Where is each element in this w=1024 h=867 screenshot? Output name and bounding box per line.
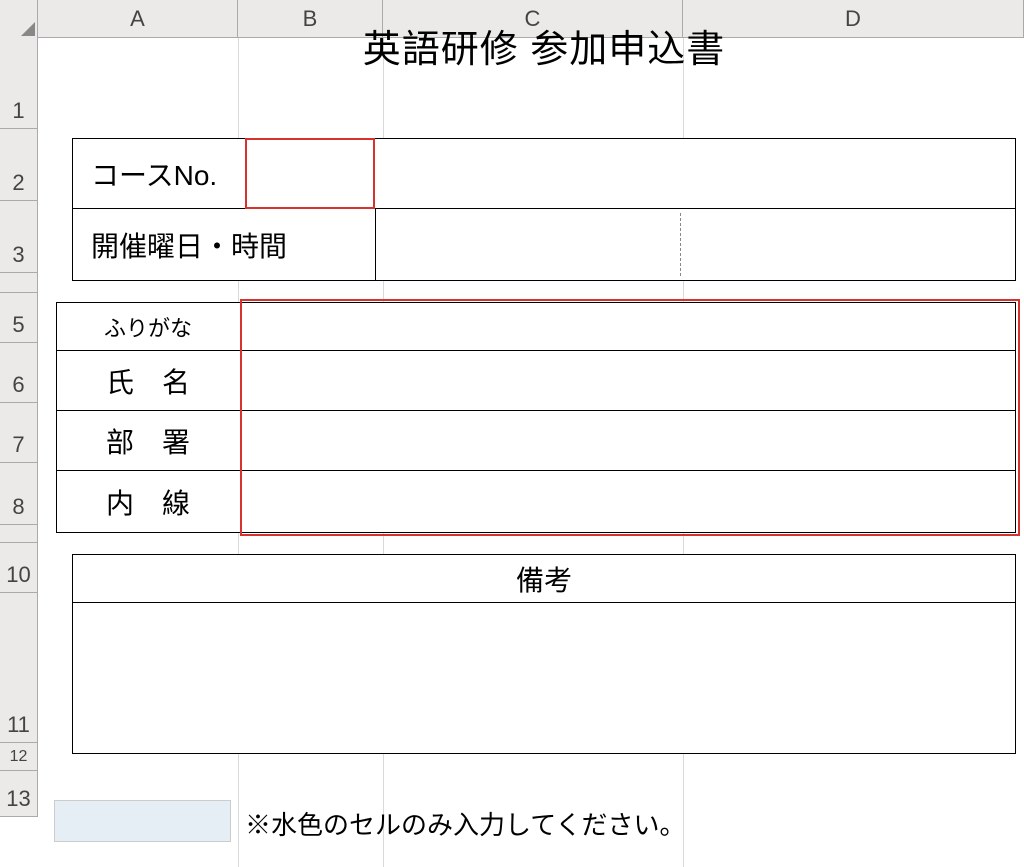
row-header-8[interactable]: 8 [0, 463, 38, 525]
course-section: コースNo. 開催曜日・時間 [72, 138, 1016, 281]
row-header-3[interactable]: 3 [0, 201, 38, 273]
row-header-7[interactable]: 7 [0, 403, 38, 463]
row-header-4[interactable] [0, 273, 38, 293]
course-no-input[interactable] [245, 138, 375, 209]
name-label: 氏 名 [57, 351, 239, 410]
department-label: 部 署 [57, 411, 239, 470]
select-all-corner[interactable] [0, 0, 38, 38]
row-header-11[interactable]: 11 [0, 593, 38, 743]
row-header-5[interactable]: 5 [0, 293, 38, 343]
extension-label: 内 線 [57, 471, 239, 532]
row-header-12[interactable]: 12 [0, 743, 38, 771]
course-no-label: コースNo. [73, 139, 245, 208]
row-header-10[interactable]: 10 [0, 543, 38, 593]
spreadsheet: A B C D 1 2 3 5 6 7 8 10 11 12 13 英語研修 参… [0, 0, 1024, 867]
divider-dashed [680, 213, 681, 276]
row-header-2[interactable]: 2 [0, 129, 38, 201]
schedule-label: 開催曜日・時間 [73, 209, 376, 280]
applicant-section: ふりがな 氏 名 部 署 内 線 [56, 302, 1016, 533]
remarks-section: 備考 [72, 554, 1016, 754]
remarks-label: 備考 [73, 555, 1015, 603]
page-title: 英語研修 参加申込書 [72, 0, 1016, 90]
row-header-1[interactable]: 1 [0, 38, 38, 129]
instruction-note: ※水色のセルのみ入力してください。 [245, 805, 685, 842]
row-header-13[interactable]: 13 [0, 771, 38, 817]
row-header-6[interactable]: 6 [0, 343, 38, 403]
furigana-label: ふりがな [57, 303, 239, 350]
cell-D13[interactable] [683, 771, 1024, 817]
legend-blue-cell[interactable] [54, 800, 231, 842]
row-header-9[interactable] [0, 525, 38, 543]
